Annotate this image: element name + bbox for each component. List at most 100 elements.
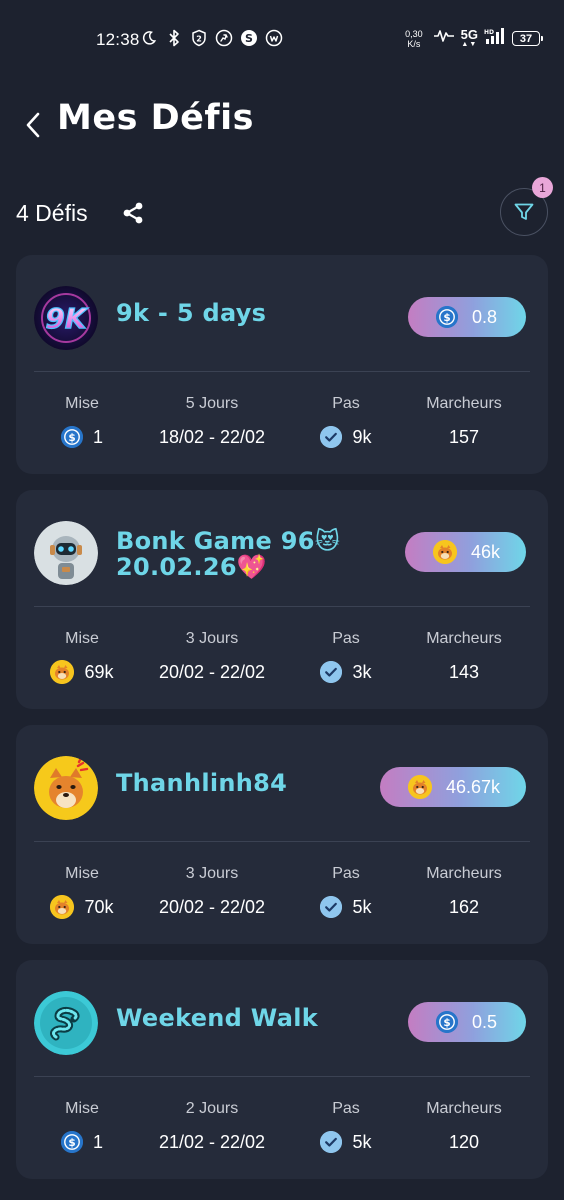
challenge-card[interactable]: Weekend Walk $ 0.5 Mise $ 1 2 Jours 21/02 -… [16, 960, 548, 1179]
reward-amount: 46k [470, 541, 500, 562]
chevron-left-icon [26, 112, 40, 138]
card-divider [34, 606, 530, 607]
stat-walkers: Marcheurs 120 [398, 1100, 530, 1154]
challenge-card[interactable]: Bonk Game 96😻 20.02.26💖 46k Mise 69k 3 Jou… [16, 490, 548, 709]
stat-label-steps: Pas [332, 1100, 360, 1117]
bonk-dog-avatar [34, 756, 98, 820]
page-header: Mes Défis [0, 96, 564, 146]
stat-label-walkers: Marcheurs [426, 865, 502, 882]
challenge-name: Thanhlinh84 [116, 769, 288, 797]
data-arrows-icon: ▲▼ [461, 41, 478, 48]
status-notification-icons: 2 S [140, 29, 283, 47]
svg-text:$: $ [68, 432, 75, 444]
usdc-coin-icon: $ [436, 1011, 458, 1033]
steps-goal: 5k [352, 1131, 372, 1152]
check-circle-icon [320, 426, 343, 448]
bonk-coin-icon [50, 895, 75, 919]
stat-steps: Pas 3k [294, 630, 398, 684]
stat-label-walkers: Marcheurs [426, 630, 502, 647]
steps-goal: 9k [352, 426, 372, 447]
stat-value-steps: 5k [320, 1130, 372, 1154]
challenge-summary-row: 4 Défis 1 [16, 177, 553, 236]
status-bar: 12:38 2 S 0,30 K/s 5G ▲▼ HD 37 [0, 0, 564, 80]
back-button[interactable] [18, 108, 48, 142]
stat-value-dates: 21/02 - 22/02 [159, 1130, 265, 1154]
walkers-count: 143 [448, 661, 480, 682]
stat-value-dates: 20/02 - 22/02 [159, 660, 265, 684]
filter-count-badge: 1 [532, 177, 553, 198]
stat-value-walkers: 162 [449, 895, 479, 919]
stake-amount: 70k [84, 896, 114, 917]
challenge-card[interactable]: Thanhlinh84 46.67k Mise 70k 3 Jours 20/02 -… [16, 725, 548, 944]
duration-label: 5 Jours [185, 395, 239, 412]
stat-label-steps: Pas [332, 865, 360, 882]
stat-stake: Mise 69k [34, 630, 130, 684]
stat-value-walkers: 120 [449, 1130, 479, 1154]
reward-pill: $ 0.8 [408, 297, 526, 337]
svg-text:$: $ [443, 1017, 450, 1029]
challenge-card[interactable]: 9K 9k - 5 days $ 0.8 Mise $ 1 5 Jours 18/02 … [16, 255, 548, 474]
stat-walkers: Marcheurs 162 [398, 865, 530, 919]
stat-duration: 3 Jours 20/02 - 22/02 [130, 865, 294, 919]
signal-strength-icon: HD [484, 27, 506, 50]
runner-app-icon [215, 29, 233, 47]
share-icon[interactable] [121, 201, 145, 225]
status-system-icons: 0,30 K/s 5G ▲▼ HD 37 [405, 27, 543, 50]
stat-label-stake: Mise [65, 395, 99, 412]
challenge-name: 9k - 5 days [116, 299, 267, 327]
stat-label-stake: Mise [65, 1100, 99, 1117]
stake-amount: 69k [84, 661, 114, 682]
shield-two-icon: 2 [190, 29, 208, 47]
stat-label-stake: Mise [65, 630, 99, 647]
stat-label-steps: Pas [332, 395, 360, 412]
reward-amount: 46.67k [445, 776, 500, 797]
stat-walkers: Marcheurs 157 [398, 395, 530, 449]
steps-goal: 3k [352, 661, 372, 682]
card-divider [34, 1076, 530, 1077]
moon-icon [140, 29, 158, 47]
network-type: 5G ▲▼ [460, 27, 478, 48]
stat-label-walkers: Marcheurs [426, 395, 502, 412]
robot-avatar [34, 521, 98, 585]
challenge-stats: Mise 69k 3 Jours 20/02 - 22/02 Pas 3k Marche… [34, 630, 530, 684]
challenge-stats: Mise 70k 3 Jours 20/02 - 22/02 Pas 5k Marche… [34, 865, 530, 919]
stat-duration: 5 Jours 18/02 - 22/02 [130, 395, 294, 449]
svg-text:9K: 9K [45, 302, 88, 335]
bonk-coin-icon [50, 660, 75, 684]
date-range: 20/02 - 22/02 [158, 661, 266, 682]
stat-value-steps: 3k [320, 660, 372, 684]
network-speed: 0,30 K/s [405, 28, 423, 49]
filter-button[interactable]: 1 [500, 177, 553, 236]
stat-steps: Pas 5k [294, 865, 398, 919]
stat-label-stake: Mise [65, 865, 99, 882]
stat-value-walkers: 157 [449, 425, 479, 449]
reward-amount: 0.5 [472, 1011, 498, 1032]
usdc-coin-icon: $ [60, 1131, 83, 1153]
challenge-name: Bonk Game 96😻 20.02.26💖 [116, 527, 341, 581]
svg-text:$: $ [68, 1137, 75, 1149]
s-app-icon: S [240, 29, 258, 47]
walkers-count: 157 [448, 426, 480, 447]
reward-pill: $ 0.5 [408, 1002, 526, 1042]
svg-text:2: 2 [196, 35, 202, 44]
stat-value-stake: $ 1 [60, 425, 103, 449]
card-divider [34, 371, 530, 372]
challenge-stats: Mise $ 1 5 Jours 18/02 - 22/02 Pas 9k Marche… [34, 395, 530, 449]
9k-logo-avatar: 9K [34, 286, 98, 350]
stat-duration: 3 Jours 20/02 - 22/02 [130, 630, 294, 684]
bluetooth-icon [165, 29, 183, 47]
date-range: 20/02 - 22/02 [158, 896, 266, 917]
stat-walkers: Marcheurs 143 [398, 630, 530, 684]
challenge-name: Weekend Walk [116, 1004, 318, 1032]
stat-value-stake: $ 1 [60, 1130, 103, 1154]
check-circle-icon [320, 896, 343, 918]
stat-value-dates: 20/02 - 22/02 [159, 895, 265, 919]
stat-value-steps: 5k [320, 895, 372, 919]
check-circle-icon [320, 1131, 343, 1153]
walkers-count: 120 [448, 1131, 480, 1152]
duration-label: 3 Jours [185, 865, 239, 882]
stat-stake: Mise 70k [34, 865, 130, 919]
status-time: 12:38 [96, 30, 140, 49]
challenge-list: 9K 9k - 5 days $ 0.8 Mise $ 1 5 Jours 18/02 … [16, 255, 548, 1195]
reward-amount: 0.8 [472, 306, 498, 327]
